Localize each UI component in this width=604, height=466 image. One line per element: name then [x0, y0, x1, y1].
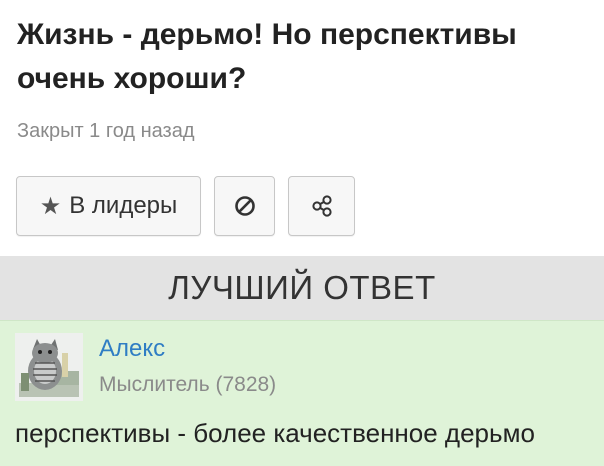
question-title: Жизнь - дерьмо! Но перспективы очень хор…	[17, 18, 517, 95]
best-answer-header: ЛУЧШИЙ ОТВЕТ	[0, 256, 604, 320]
block-icon	[234, 196, 255, 216]
author-name-link[interactable]: Алекс	[99, 335, 165, 363]
author-rank: Мыслитель (7828)	[99, 373, 277, 396]
star-icon: ★	[39, 192, 62, 220]
question-status: Закрыт 1 год назад	[17, 120, 195, 142]
answer-text: перспективы - более качественное дерьмо	[15, 418, 535, 448]
add-to-leaders-button[interactable]: ★ В лидеры	[16, 176, 201, 236]
block-button[interactable]	[214, 176, 275, 236]
share-button[interactable]	[288, 176, 355, 236]
cat-avatar-image	[15, 333, 83, 401]
avatar[interactable]	[15, 333, 83, 401]
add-to-leaders-label: В лидеры	[69, 192, 178, 219]
share-icon	[311, 195, 332, 217]
best-answer: Алекс Мыслитель (7828) перспективы - бол…	[0, 320, 604, 466]
